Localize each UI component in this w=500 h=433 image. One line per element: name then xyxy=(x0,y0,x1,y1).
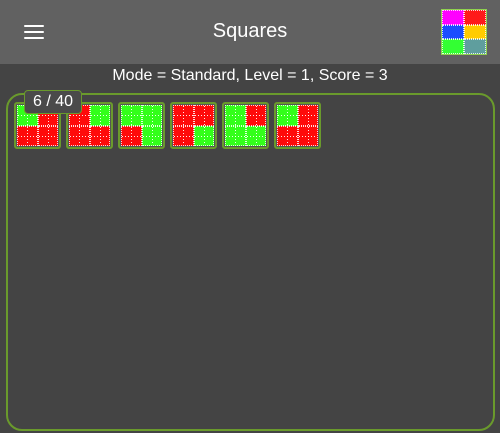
square-tile[interactable] xyxy=(118,102,165,149)
tile-cell xyxy=(173,105,194,126)
tile-cell xyxy=(277,105,298,126)
tile-cell xyxy=(245,125,266,146)
tile-cell xyxy=(141,105,162,126)
tile-cell xyxy=(225,105,246,126)
tile-cell xyxy=(89,125,110,146)
logo-color-cell xyxy=(442,10,464,25)
tile-cell xyxy=(69,125,90,146)
square-tile[interactable] xyxy=(274,102,321,149)
logo-color-cell xyxy=(464,10,486,25)
logo-color-cell xyxy=(442,39,464,54)
tile-cell xyxy=(225,125,246,146)
logo-color-cell xyxy=(464,39,486,54)
app-logo[interactable] xyxy=(441,9,487,55)
square-tile[interactable] xyxy=(170,102,217,149)
tile-cell xyxy=(37,125,58,146)
tile-counter: 6 / 40 xyxy=(24,90,83,114)
square-tile[interactable] xyxy=(222,102,269,149)
app-title: Squares xyxy=(212,20,288,42)
logo-color-cell xyxy=(464,24,486,40)
tile-cell xyxy=(141,125,162,146)
tile-cell xyxy=(277,125,298,146)
game-status: Mode = Standard, Level = 1, Score = 3 xyxy=(112,67,388,84)
tile-cell xyxy=(173,125,194,146)
tile-cell xyxy=(121,105,142,126)
app-bar: Squares xyxy=(0,0,500,64)
tile-cell xyxy=(193,105,214,126)
tile-cell xyxy=(297,125,318,146)
game-screen: Squares Mode = Standard, Level = 1, Scor… xyxy=(0,0,500,433)
tile-cell xyxy=(121,125,142,146)
logo-color-cell xyxy=(442,24,464,40)
tile-cell xyxy=(89,105,110,126)
tile-cell xyxy=(245,105,266,126)
tile-cell xyxy=(193,125,214,146)
tile-cell xyxy=(297,105,318,126)
tile-cell xyxy=(17,125,38,146)
